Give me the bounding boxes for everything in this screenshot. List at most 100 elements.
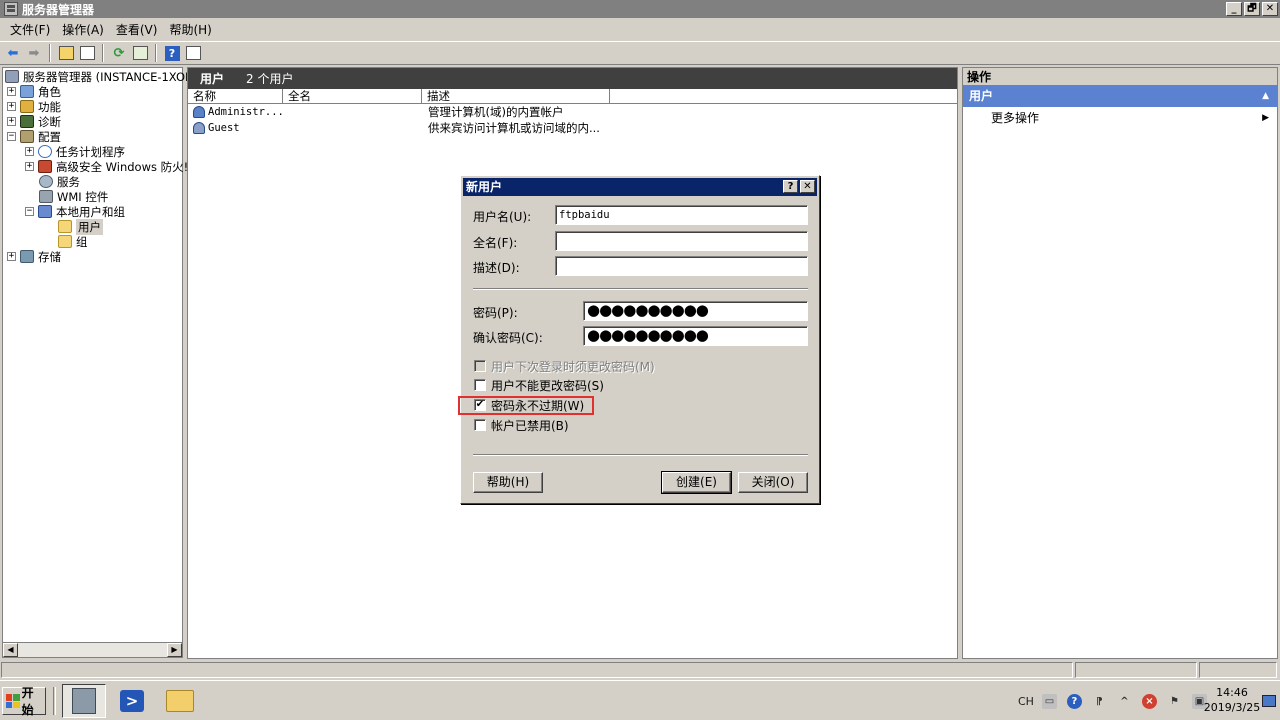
powershell-icon: > (120, 690, 144, 712)
account-disabled-checkbox[interactable] (474, 419, 486, 431)
taskbar-explorer[interactable] (158, 684, 202, 718)
tree-label-storage: 存储 (38, 249, 61, 264)
tree-label-root: 服务器管理器 (INSTANCE-1XOF7 (23, 69, 199, 84)
window-controls: _ 🗗 ✕ (1226, 2, 1278, 16)
confirm-password-field[interactable]: ●●●●●●●●●● (583, 326, 808, 346)
show-hidden-icons[interactable]: ^ (1117, 694, 1132, 709)
actions-pane: 操作 用户 ▲ 更多操作 ▶ (962, 67, 1278, 659)
expand-icon[interactable]: + (7, 117, 16, 126)
help-tray-icon[interactable]: ? (1066, 693, 1082, 709)
collapse-up-icon[interactable]: ▲ (1262, 86, 1269, 107)
help-button[interactable]: 帮助(H) (473, 472, 543, 493)
scroll-right-icon[interactable]: ▶ (167, 643, 182, 657)
dialog-title-buttons: ? ✕ (783, 180, 815, 193)
username-label: 用户名(U): (473, 210, 532, 224)
tree-item-firewall[interactable]: + 高级安全 Windows 防火! (25, 159, 188, 174)
list-item[interactable]: Administr... 管理计算机(域)的内置帐户 (188, 104, 957, 120)
input-language[interactable]: CH (1018, 695, 1034, 708)
windows-logo-icon (6, 694, 20, 708)
dialog-close-icon[interactable]: ✕ (800, 180, 815, 193)
close-dialog-button[interactable]: 关闭(O) (738, 472, 808, 493)
actions-section-users[interactable]: 用户 ▲ (963, 86, 1277, 107)
tree-item-root[interactable]: 服务器管理器 (INSTANCE-1XOF7 (5, 69, 199, 84)
expand-icon[interactable]: + (25, 162, 34, 171)
show-desktop-icon[interactable] (1262, 695, 1276, 707)
password-field[interactable]: ●●●●●●●●●● (583, 301, 808, 321)
collapse-icon[interactable]: − (25, 207, 34, 216)
export-list-icon[interactable] (131, 44, 149, 62)
clock-icon (38, 145, 52, 158)
tree-item-diagnostics[interactable]: + 诊断 (7, 114, 61, 129)
up-folder-icon[interactable] (57, 44, 75, 62)
description-field[interactable] (555, 256, 808, 276)
tree-item-task-scheduler[interactable]: + 任务计划程序 (25, 144, 125, 159)
restore-button[interactable]: 🗗 (1244, 2, 1260, 16)
close-button[interactable]: ✕ (1262, 2, 1278, 16)
menu-file[interactable]: 文件(F) (4, 21, 56, 38)
results-count: 2 个用户 (246, 72, 294, 86)
taskbar-server-manager[interactable] (62, 684, 106, 718)
help-icon[interactable]: ? (163, 44, 181, 62)
cannot-change-password-checkbox[interactable] (474, 379, 486, 391)
description-label: 描述(D): (473, 261, 520, 275)
tree-horizontal-scrollbar[interactable]: ◀ ▶ (2, 642, 183, 658)
dialog-help-icon[interactable]: ? (783, 180, 798, 193)
fullname-label: 全名(F): (473, 236, 518, 250)
users-groups-icon (38, 205, 52, 218)
start-label: 开始 (21, 686, 34, 717)
taskbar-powershell[interactable]: > (110, 684, 154, 718)
tree-item-storage[interactable]: + 存储 (7, 249, 61, 264)
expand-icon[interactable]: + (7, 102, 16, 111)
action-center-flag-icon[interactable]: ⚑ (1167, 694, 1182, 709)
tree-item-groups[interactable]: 组 (58, 234, 88, 249)
window-title: 服务器管理器 (22, 2, 95, 17)
tree-item-wmi[interactable]: WMI 控件 (39, 189, 108, 204)
toolbar-separator (102, 44, 104, 62)
more-actions-label: 更多操作 (991, 111, 1040, 125)
tree-item-local-users[interactable]: − 本地用户和组 (25, 204, 125, 219)
tree-label-roles: 角色 (38, 84, 61, 99)
tree-item-services[interactable]: 服务 (39, 174, 80, 189)
show-hide-tree-icon[interactable] (78, 44, 96, 62)
list-item[interactable]: Guest 供来宾访问计算机或访问域的内... (188, 120, 957, 136)
show-action-pane-icon[interactable] (184, 44, 202, 62)
fullname-field[interactable] (555, 231, 808, 251)
network-icon[interactable]: × (1141, 693, 1157, 709)
server-manager-icon (72, 688, 96, 714)
account-disabled-option[interactable]: 帐户已禁用(B) (474, 417, 569, 433)
tree-item-users[interactable]: 用户 (58, 218, 103, 235)
forward-arrow-icon[interactable]: ➡ (25, 44, 43, 62)
more-actions-item[interactable]: 更多操作 ▶ (963, 107, 1277, 129)
dialog-divider (473, 288, 808, 290)
expand-icon[interactable]: + (7, 87, 16, 96)
tree-item-features[interactable]: + 功能 (7, 99, 61, 114)
start-button[interactable]: 开始 (2, 686, 46, 717)
menu-view[interactable]: 查看(V) (110, 21, 164, 38)
tree-item-config[interactable]: − 配置 (7, 129, 61, 144)
expand-icon[interactable]: + (25, 147, 34, 156)
ime-options-icon[interactable]: ⁋ (1092, 694, 1107, 709)
collapse-icon[interactable]: − (7, 132, 16, 141)
actions-header: 操作 (963, 68, 1277, 86)
explorer-folder-icon (166, 690, 194, 712)
keyboard-icon[interactable]: ▭ (1041, 693, 1057, 709)
back-arrow-icon[interactable]: ⬅ (4, 44, 22, 62)
folder-icon (58, 235, 72, 248)
column-header-fullname[interactable]: 全名 (283, 89, 422, 103)
must-change-password-checkbox (474, 360, 486, 372)
username-field[interactable]: ftpbaidu (555, 205, 808, 225)
column-header-description[interactable]: 描述 (422, 89, 610, 103)
column-header-name[interactable]: 名称 (188, 89, 283, 103)
cannot-change-password-option[interactable]: 用户不能更改密码(S) (474, 377, 604, 393)
menu-action[interactable]: 操作(A) (56, 21, 110, 38)
must-change-password-option: 用户下次登录时须更改密码(M) (474, 358, 655, 374)
create-button[interactable]: 创建(E) (661, 471, 732, 494)
tree-item-roles[interactable]: + 角色 (7, 84, 61, 99)
scroll-left-icon[interactable]: ◀ (3, 643, 18, 657)
refresh-icon[interactable]: ⟳ (110, 44, 128, 62)
menu-help[interactable]: 帮助(H) (163, 21, 217, 38)
dialog-title: 新用户 (466, 180, 503, 194)
minimize-button[interactable]: _ (1226, 2, 1242, 16)
clock[interactable]: 14:46 2019/3/25 (1202, 685, 1262, 715)
expand-icon[interactable]: + (7, 252, 16, 261)
